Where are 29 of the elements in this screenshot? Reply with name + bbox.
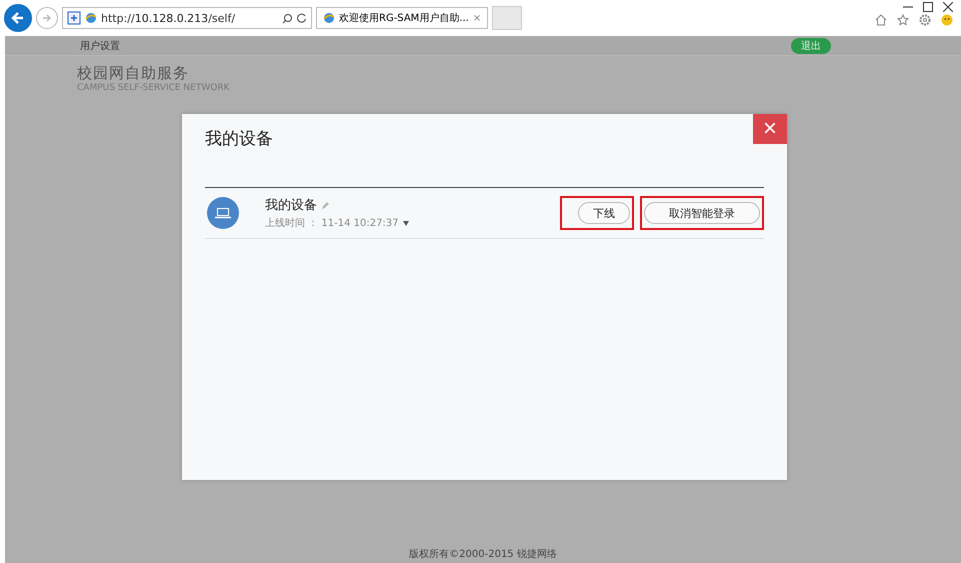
smiley-icon[interactable] (941, 14, 953, 26)
caret-icon[interactable] (402, 220, 409, 226)
globe-icon (323, 12, 335, 24)
browser-tab[interactable]: 欢迎使用RG-SAM用户自助... × (316, 7, 488, 29)
maximize-icon[interactable] (923, 2, 933, 12)
close-button[interactable]: × (753, 114, 787, 144)
address-bar[interactable]: http://10.128.0.213/self/ (62, 7, 312, 29)
star-icon[interactable] (897, 14, 909, 26)
nav-link[interactable]: 用户设置 (80, 38, 120, 52)
tab-close-button[interactable]: × (472, 12, 482, 24)
device-name: 我的设备 (265, 197, 317, 214)
dialog-title: 我的设备 (205, 129, 273, 149)
url-text: http://10.128.0.213/self/ (101, 12, 236, 24)
search-icon[interactable] (282, 12, 293, 24)
online-time: 上线时间 ： 11-14 10:27:37 (265, 216, 399, 230)
refresh-icon[interactable] (297, 13, 307, 23)
back-button[interactable] (4, 4, 32, 32)
laptop-icon (207, 197, 239, 229)
site-title: 校园网自助服务 (77, 64, 190, 83)
device-action-button[interactable]: 下线 (578, 202, 630, 224)
arrow-icon (11, 11, 25, 25)
home-icon[interactable] (875, 14, 887, 26)
globe-icon (85, 12, 97, 24)
device-action-button[interactable]: 取消智能登录 (644, 202, 760, 224)
shield-icon (67, 11, 81, 25)
arrow-icon (42, 13, 52, 23)
copyright-text: 版权所有©2000-2015 锐捷网络 (409, 549, 557, 560)
tab-title: 欢迎使用RG-SAM用户自助... (339, 12, 469, 25)
close-icon[interactable] (943, 2, 953, 12)
